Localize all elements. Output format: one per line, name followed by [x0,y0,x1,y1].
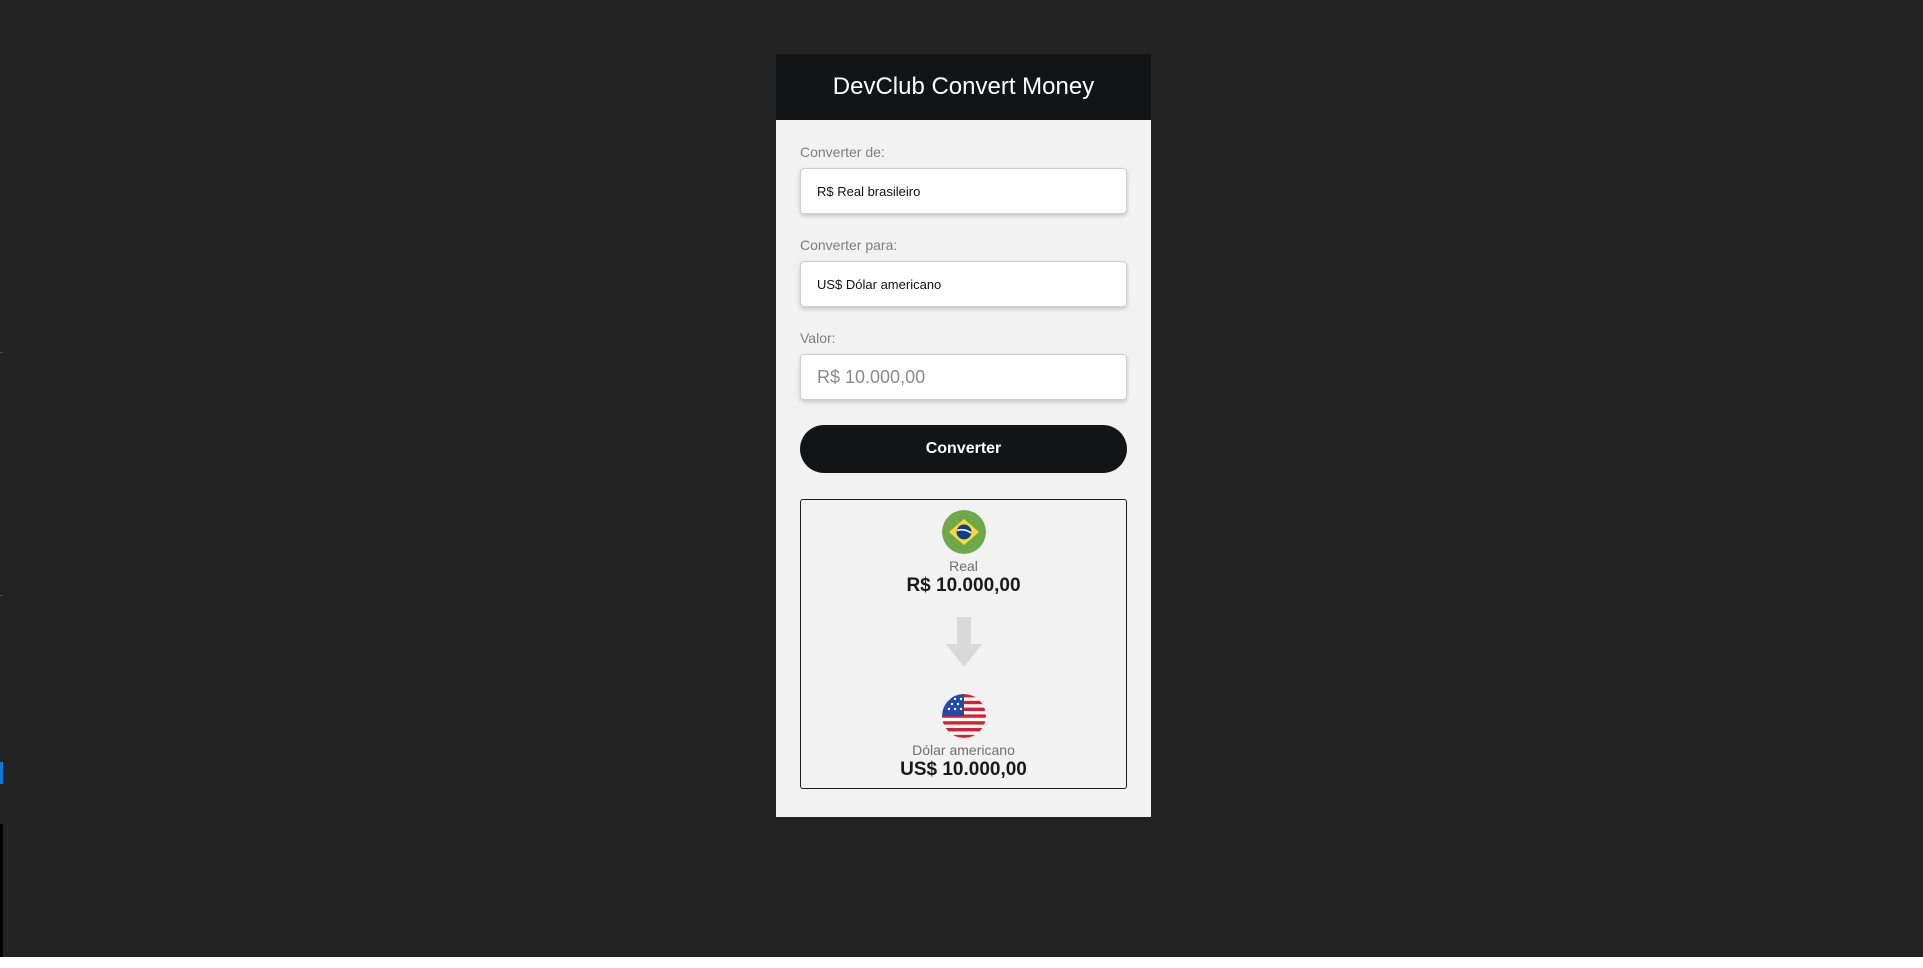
from-currency-name: Real [949,558,978,574]
conversion-result: Real R$ 10.000,00 Dólar americano US$ 10… [800,499,1127,789]
to-currency-name: Dólar americano [912,742,1015,758]
from-currency-label: Converter de: [800,144,885,160]
to-currency-label: Converter para: [800,237,898,253]
usa-flag-icon [941,694,986,738]
converter-card: DevClub Convert Money Converter de: R$ R… [776,54,1151,817]
window-edge-mark [0,352,3,353]
brazil-flag-icon [941,510,986,554]
from-currency-group: Converter de: R$ Real brasileiro [800,144,1127,214]
card-header: DevClub Convert Money [776,54,1151,120]
to-currency-group: Converter para: US$ Dólar americano [800,237,1127,307]
value-label: Valor: [800,330,836,346]
arrow-down-icon [945,617,982,672]
to-currency-value: US$ 10.000,00 [900,759,1027,780]
from-currency-select[interactable]: R$ Real brasileiro [800,168,1127,214]
to-currency-selected: US$ Dólar americano [817,276,942,292]
from-currency-value: R$ 10.000,00 [906,575,1021,596]
converter-form: Converter de: R$ Real brasileiro Convert… [776,120,1151,789]
to-currency-select[interactable]: US$ Dólar americano [800,261,1127,307]
window-edge-mark [0,595,3,596]
from-currency-selected: R$ Real brasileiro [817,183,921,199]
value-group: Valor: [800,330,1127,400]
page-title: DevClub Convert Money [832,73,1095,100]
window-edge-strip [0,824,3,957]
value-input[interactable] [800,354,1127,400]
window-edge-indicator [0,762,3,784]
convert-button[interactable]: Converter [800,425,1127,473]
